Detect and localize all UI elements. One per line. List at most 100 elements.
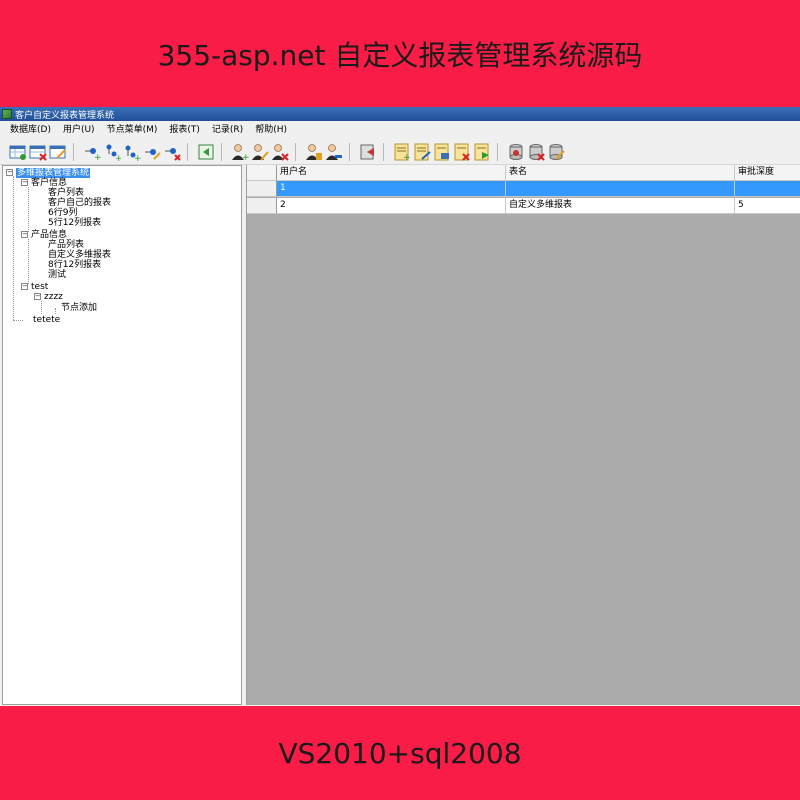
data-grid[interactable]: 用户名 表名 审批深度 1 2 自定义多维报表 5 [246,165,800,705]
collapse-icon[interactable]: − [21,283,28,290]
tree-leaf[interactable]: 产品列表 [48,240,84,250]
tree-leaf[interactable]: 5行12列报表 [48,218,101,228]
add-table-icon[interactable] [9,143,27,161]
tree-connector [28,187,29,232]
bottom-banner-text: VS2010+sql2008 [278,736,522,770]
tree-leaf-label: 6行9列 [48,208,78,218]
edit-report-icon[interactable] [413,143,431,161]
menu-node[interactable]: 节点菜单(M) [101,122,164,139]
database-icon[interactable] [507,143,525,161]
tree-connector [55,308,56,314]
user-permission-icon[interactable] [305,143,323,161]
tree-connector [41,301,42,314]
add-sibling-node-icon[interactable]: + [123,143,141,161]
tree-leaf[interactable]: 自定义多维报表 [48,250,111,260]
table-row[interactable]: 2 自定义多维报表 5 [247,198,800,214]
tree-leaf-label: 客户自己的报表 [48,198,112,208]
grid-corner[interactable] [247,165,277,181]
collapse-icon[interactable]: − [34,293,41,300]
tree-node-label: test [31,282,49,292]
edit-user-icon[interactable] [251,143,269,161]
svg-text:+: + [134,154,141,161]
tree-node-test[interactable]: − test [21,282,48,292]
toolbar-separator [497,143,498,161]
add-child-node-icon[interactable]: + [103,143,121,161]
tree-leaf[interactable]: 客户列表 [48,188,84,198]
delete-table-icon[interactable] [29,143,47,161]
column-header-approval-depth[interactable]: 审批深度 [735,165,800,181]
menu-record[interactable]: 记录(R) [206,122,249,139]
tree-leaf-label: 8行12列报表 [48,260,102,270]
table-row[interactable]: 1 [247,181,800,197]
collapse-icon[interactable]: − [21,179,28,186]
toolbar-separator [73,143,74,161]
toolbar-separator [383,143,384,161]
bottom-banner: VS2010+sql2008 [0,706,800,800]
svg-text:+: + [115,154,121,161]
collapse-icon[interactable]: − [6,169,13,176]
tree-root-label: 多维报表管理系统 [14,167,92,179]
database-delete-icon[interactable] [527,143,545,161]
grid-header-row: 用户名 表名 审批深度 [247,165,800,181]
cell-table-name[interactable]: 自定义多维报表 [506,198,735,214]
menu-database[interactable]: 数据库(D) [0,122,57,139]
tree-leaf[interactable]: 客户自己的报表 [48,198,111,208]
tree-leaf-label: 客户列表 [48,188,85,198]
window-title: 客户自定义报表管理系统 [15,110,115,121]
menu-bar: 数据库(D) 用户(U) 节点菜单(M) 报表(T) 记录(R) 帮助(H) [0,122,800,139]
cell-approval-depth[interactable]: 5 [735,198,800,214]
tree-leaf[interactable]: 6行9列 [48,208,77,218]
delete-report-icon[interactable] [453,143,471,161]
menu-report[interactable]: 报表(T) [163,122,206,139]
delete-user-icon[interactable] [271,143,289,161]
menu-user[interactable]: 用户(U) [57,122,101,139]
tree-node-label: tetete [33,315,61,325]
tree-connector [28,239,29,284]
cell-username[interactable]: 1 [277,181,506,197]
app-window: 客户自定义报表管理系统 数据库(D) 用户(U) 节点菜单(M) 报表(T) 记… [0,107,800,706]
row-header[interactable] [247,198,277,214]
tree-connector [13,176,14,320]
add-node-icon[interactable]: + [83,143,101,161]
refresh-icon[interactable] [197,143,215,161]
svg-text:+: + [94,153,101,161]
tree-node-label: 产品信息 [31,230,68,240]
row-header[interactable] [247,181,277,197]
collapse-icon[interactable]: − [21,231,28,238]
menu-help[interactable]: 帮助(H) [249,122,293,139]
tree-node-tetete[interactable]: tetete [33,315,60,325]
column-header-username[interactable]: 用户名 [277,165,506,181]
tree-leaf[interactable]: 8行12列报表 [48,260,101,270]
tree-node-customer-info[interactable]: − 客户信息 [21,178,67,188]
toolbar-separator [295,143,296,161]
add-report-icon[interactable]: + [393,143,411,161]
tree-leaf-label: 5行12列报表 [48,218,102,228]
tree-leaf-label: 节点添加 [61,303,98,313]
tree-root[interactable]: − 多维报表管理系统 [6,167,92,179]
tree-leaf-label: 自定义多维报表 [48,250,112,260]
view-report-icon[interactable] [433,143,451,161]
top-banner: 355-asp.net 自定义报表管理系统源码 [0,0,800,107]
tree-leaf-label: 产品列表 [48,240,85,250]
toolbar-separator [349,143,350,161]
column-header-table-name[interactable]: 表名 [506,165,735,181]
delete-node-icon[interactable] [163,143,181,161]
database-edit-icon[interactable] [547,143,565,161]
svg-text:+: + [242,153,249,161]
edit-table-icon[interactable] [49,143,67,161]
tree-node-zzzz[interactable]: − zzzz [34,292,63,302]
tree-node-label: 客户信息 [31,178,68,188]
user-remove-permission-icon[interactable] [325,143,343,161]
cell-table-name[interactable] [506,181,735,197]
tree-leaf[interactable]: 节点添加 [61,303,97,313]
import-icon[interactable] [359,143,377,161]
svg-text:+: + [403,153,411,161]
cell-username[interactable]: 2 [277,198,506,214]
tree-leaf[interactable]: 测试 [48,270,66,280]
tree-node-product-info[interactable]: − 产品信息 [21,230,67,240]
add-user-icon[interactable]: + [231,143,249,161]
edit-node-icon[interactable] [143,143,161,161]
export-report-icon[interactable] [473,143,491,161]
cell-approval-depth[interactable] [735,181,800,197]
tree-view[interactable]: − 多维报表管理系统 − 客户信息 客户列表 客户自己的报表 6行9列 5行12列报… [2,165,242,705]
